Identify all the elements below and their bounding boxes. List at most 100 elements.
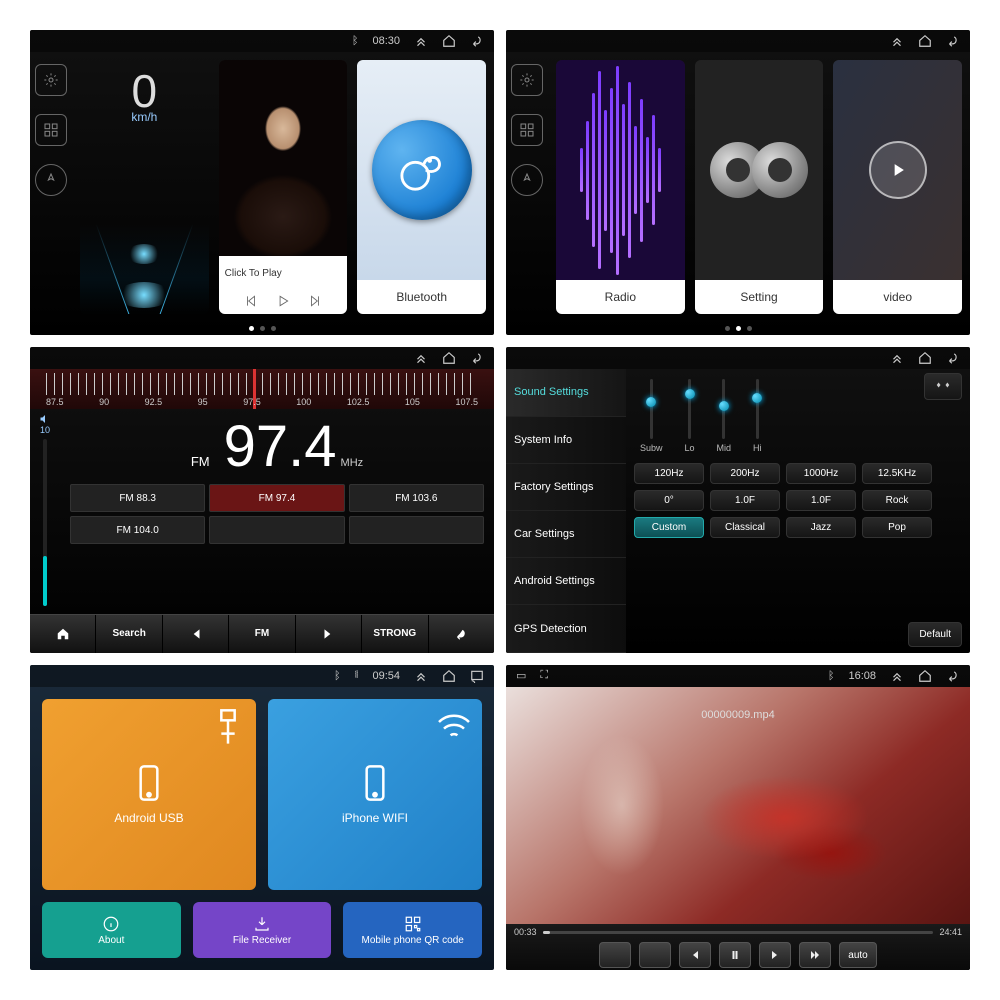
- btn-200hz[interactable]: 200Hz: [710, 463, 780, 484]
- settings-icon[interactable]: [511, 64, 543, 96]
- preset-4[interactable]: FM 104.0: [70, 516, 205, 544]
- play-icon[interactable]: [276, 294, 290, 311]
- menu-system[interactable]: System Info: [506, 417, 626, 464]
- pause-button[interactable]: [719, 942, 751, 968]
- video-tile[interactable]: video: [833, 60, 962, 314]
- home-icon[interactable]: [918, 669, 932, 683]
- menu-sound[interactable]: Sound Settings: [506, 369, 626, 416]
- cast-icon[interactable]: [470, 669, 484, 683]
- btn-12khz[interactable]: 12.5KHz: [862, 463, 932, 484]
- search-button[interactable]: Search: [96, 615, 162, 653]
- home-icon[interactable]: [442, 669, 456, 683]
- btn-1f-a[interactable]: 1.0F: [710, 490, 780, 511]
- preset-1[interactable]: FM 88.3: [70, 484, 205, 512]
- status-bar: ᛒ ⧛ 09:54: [30, 665, 494, 687]
- slider-lo[interactable]: [688, 379, 691, 439]
- home-icon[interactable]: [918, 351, 932, 365]
- bluetooth-circle: [372, 120, 472, 220]
- nav-icon[interactable]: [35, 164, 67, 196]
- radio-tile[interactable]: Radio: [556, 60, 685, 314]
- btn-pop[interactable]: Pop: [862, 517, 932, 538]
- settings-icon[interactable]: [35, 64, 67, 96]
- qr-button[interactable]: Mobile phone QR code: [343, 902, 482, 958]
- nav-icon[interactable]: [511, 164, 543, 196]
- video-filename: 00000009.mp4: [506, 709, 970, 721]
- collapse-icon[interactable]: [414, 669, 428, 683]
- home-icon[interactable]: [442, 351, 456, 365]
- auto-button[interactable]: auto: [839, 942, 876, 968]
- apps-icon[interactable]: [511, 114, 543, 146]
- next-icon[interactable]: [308, 294, 322, 311]
- collapse-icon[interactable]: [414, 34, 428, 48]
- android-usb-card[interactable]: Android USB: [42, 699, 256, 890]
- btn-1f-b[interactable]: 1.0F: [786, 490, 856, 511]
- strong-button[interactable]: STRONG: [362, 615, 428, 653]
- iphone-label: iPhone WIFI: [342, 811, 408, 825]
- apps-icon[interactable]: [35, 114, 67, 146]
- collapse-icon[interactable]: [890, 669, 904, 683]
- setting-tile[interactable]: Setting: [695, 60, 824, 314]
- volume-slider[interactable]: 10: [30, 409, 60, 613]
- band-button[interactable]: FM: [229, 615, 295, 653]
- music-tile[interactable]: Click To Play: [219, 60, 348, 314]
- file-receiver-button[interactable]: File Receiver: [193, 902, 332, 958]
- preset-6[interactable]: [349, 516, 484, 544]
- video-player-screen: ▭ ⛶ ᛒ 16:08 00000009.mp4 00:33 24:41 aut…: [506, 665, 970, 970]
- btn-rock[interactable]: Rock: [862, 490, 932, 511]
- status-bar: ▭ ⛶ ᛒ 16:08: [506, 665, 970, 687]
- preset-5[interactable]: [209, 516, 344, 544]
- seek-prev-button[interactable]: [163, 615, 229, 653]
- slider-mid[interactable]: [722, 379, 725, 439]
- menu-car[interactable]: Car Settings: [506, 511, 626, 558]
- prev-icon[interactable]: [244, 294, 258, 311]
- btn-jazz[interactable]: Jazz: [786, 517, 856, 538]
- btn-classical[interactable]: Classical: [710, 517, 780, 538]
- prev-button[interactable]: [679, 942, 711, 968]
- collapse-icon[interactable]: [414, 351, 428, 365]
- btn-0deg[interactable]: 0°: [634, 490, 704, 511]
- video-surface[interactable]: 00000009.mp4: [506, 687, 970, 924]
- balance-button[interactable]: [924, 373, 962, 400]
- about-button[interactable]: About: [42, 902, 181, 958]
- collapse-icon[interactable]: [890, 34, 904, 48]
- home-icon[interactable]: [918, 34, 932, 48]
- bluetooth-tile[interactable]: Bluetooth: [357, 60, 486, 314]
- slider-hi[interactable]: [756, 379, 759, 439]
- menu-factory[interactable]: Factory Settings: [506, 464, 626, 511]
- back-icon[interactable]: [946, 351, 960, 365]
- menu-android[interactable]: Android Settings: [506, 558, 626, 605]
- back-icon[interactable]: [470, 34, 484, 48]
- page-dots[interactable]: [30, 322, 494, 335]
- seek-bar[interactable]: [543, 931, 934, 934]
- frequency-ruler[interactable]: 87.59092.59597.5100102.5105107.5: [30, 369, 494, 409]
- list-button[interactable]: [599, 942, 631, 968]
- speed-unit: km/h: [80, 110, 209, 124]
- btn-120hz[interactable]: 120Hz: [634, 463, 704, 484]
- btn-custom[interactable]: Custom: [634, 517, 704, 538]
- qr-icon: [404, 915, 422, 933]
- default-button[interactable]: Default: [908, 622, 962, 647]
- btn-1000hz[interactable]: 1000Hz: [786, 463, 856, 484]
- fast-fwd-button[interactable]: [799, 942, 831, 968]
- back-icon[interactable]: [946, 669, 960, 683]
- iphone-wifi-card[interactable]: iPhone WIFI: [268, 699, 482, 890]
- preset-3[interactable]: FM 103.6: [349, 484, 484, 512]
- eq-button[interactable]: [639, 942, 671, 968]
- home-icon[interactable]: [442, 34, 456, 48]
- preset-2[interactable]: FM 97.4: [209, 484, 344, 512]
- page-dots[interactable]: [506, 322, 970, 335]
- speed-tile[interactable]: 0 km/h: [80, 60, 209, 314]
- menu-gps[interactable]: GPS Detection: [506, 605, 626, 652]
- home-button[interactable]: [30, 615, 96, 653]
- return-button[interactable]: [429, 615, 494, 653]
- slider-subw[interactable]: [650, 379, 653, 439]
- collapse-icon[interactable]: [890, 351, 904, 365]
- next-button[interactable]: [759, 942, 791, 968]
- back-icon[interactable]: [946, 34, 960, 48]
- waveform-icon: [556, 60, 685, 280]
- time-duration: 24:41: [939, 927, 962, 937]
- seek-next-button[interactable]: [296, 615, 362, 653]
- back-icon[interactable]: [470, 351, 484, 365]
- status-bar: ᛒ 08:30: [30, 30, 494, 52]
- frequency-value: 97.4: [224, 413, 337, 480]
